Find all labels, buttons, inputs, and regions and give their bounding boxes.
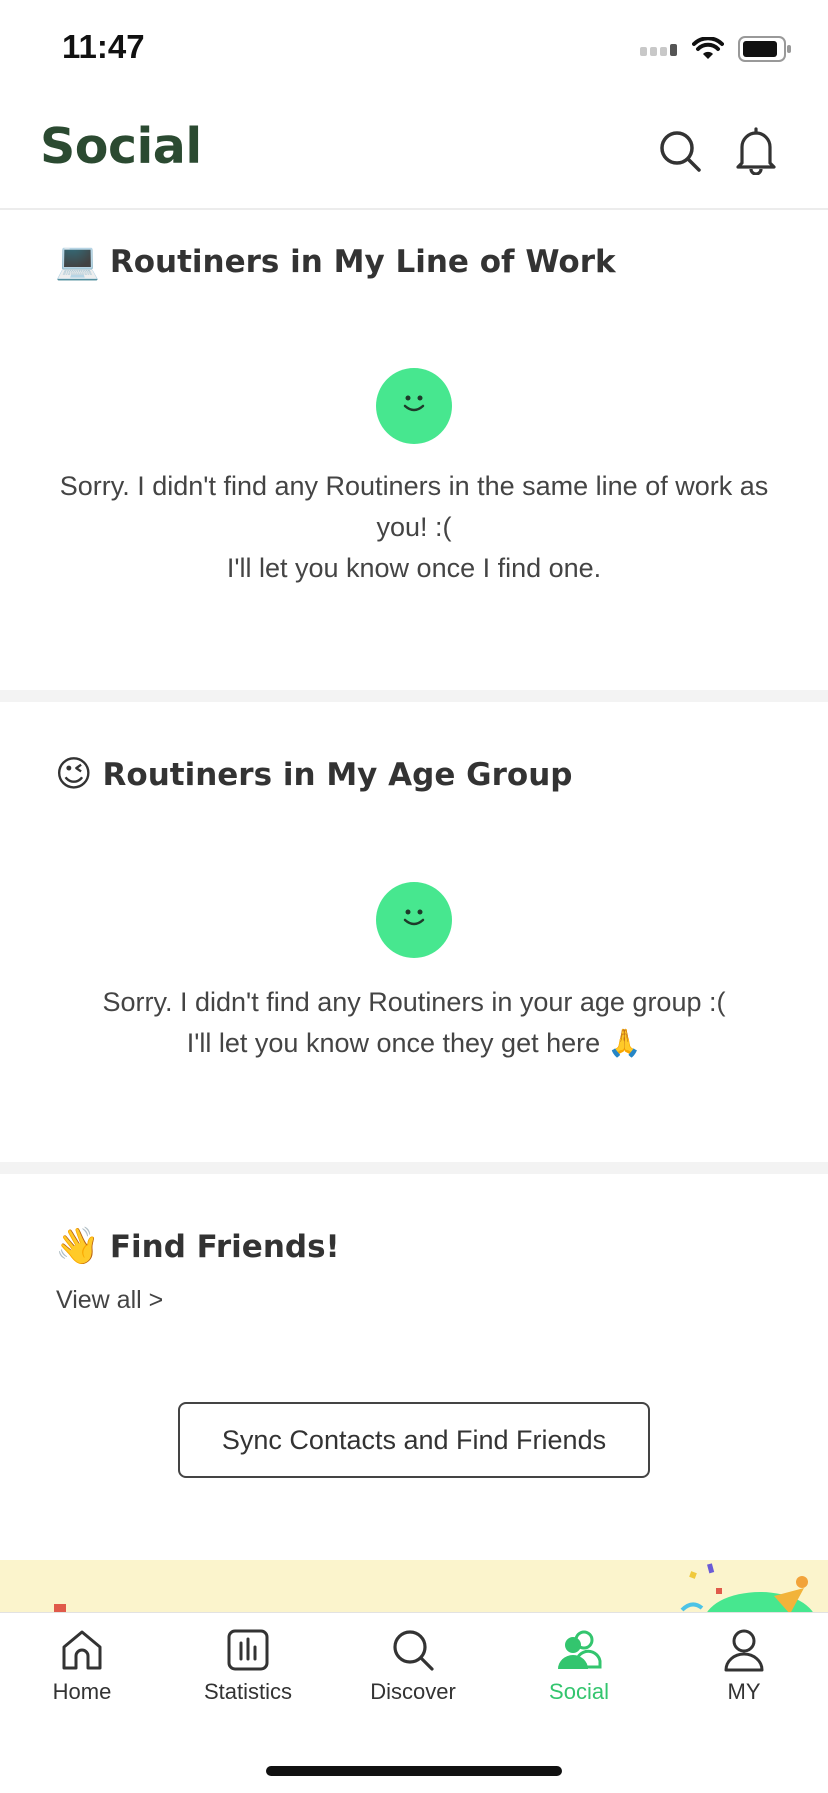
section-title-friends-label: Find Friends! (109, 1229, 340, 1265)
laptop-icon: 💻 (55, 241, 100, 282)
tab-social[interactable]: Social (509, 1627, 649, 1705)
signal-icon (640, 44, 677, 56)
status-time: 11:47 (62, 28, 145, 65)
search-icon[interactable] (656, 126, 704, 176)
tab-discover[interactable]: Discover (343, 1627, 483, 1705)
search-icon (393, 1630, 434, 1671)
age-message-line2: I'll let you know once they get here 🙏 (186, 1028, 642, 1058)
section-title-age: 😉 Routiners in My Age Group (55, 754, 573, 795)
work-empty-message: Sorry. I didn't find any Routiners in th… (0, 466, 828, 589)
work-message-line2: you! :( (376, 512, 452, 542)
home-icon (62, 1630, 102, 1670)
sync-contacts-button[interactable]: Sync Contacts and Find Friends (178, 1402, 650, 1478)
confetti-decoration (54, 1563, 813, 1612)
work-message-line1: Sorry. I didn't find any Routiners in th… (59, 471, 769, 501)
profile-icon (724, 1629, 764, 1672)
section-title-work-label: Routiners in My Line of Work (109, 244, 616, 280)
tab-home[interactable]: Home (12, 1627, 152, 1705)
tab-discover-label: Discover (370, 1679, 456, 1704)
section-separator (0, 690, 828, 702)
social-icon (558, 1630, 602, 1669)
tab-my-label: MY (727, 1679, 761, 1704)
header-divider (0, 208, 828, 210)
home-indicator[interactable] (266, 1766, 562, 1776)
tab-statistics-label: Statistics (203, 1679, 293, 1704)
tab-my[interactable]: MY (674, 1627, 814, 1705)
battery-icon (738, 36, 791, 62)
wifi-icon (692, 37, 724, 59)
tab-home-label: Home (52, 1679, 112, 1704)
page-title: Social (40, 118, 202, 175)
tab-statistics[interactable]: Statistics (178, 1627, 318, 1705)
statistics-icon (227, 1629, 269, 1671)
section-title-work: 💻 Routiners in My Line of Work (55, 241, 616, 282)
wink-icon: 😉 (55, 754, 93, 795)
work-message-line3: I'll let you know once I find one. (226, 553, 602, 583)
view-all-link[interactable]: View all > (56, 1286, 163, 1315)
section-title-age-label: Routiners in My Age Group (102, 757, 573, 793)
age-message-line1: Sorry. I didn't find any Routiners in yo… (102, 987, 726, 1017)
bell-icon[interactable] (732, 126, 780, 176)
smile-icon (376, 882, 452, 958)
tab-social-label: Social (549, 1679, 609, 1704)
age-empty-message: Sorry. I didn't find any Routiners in yo… (0, 982, 828, 1064)
section-separator (0, 1162, 828, 1174)
wave-icon: 👋 (55, 1226, 100, 1267)
status-indicators (640, 36, 792, 62)
section-title-friends: 👋 Find Friends! (55, 1226, 340, 1267)
smile-icon (376, 368, 452, 444)
promo-banner[interactable] (0, 1560, 828, 1612)
